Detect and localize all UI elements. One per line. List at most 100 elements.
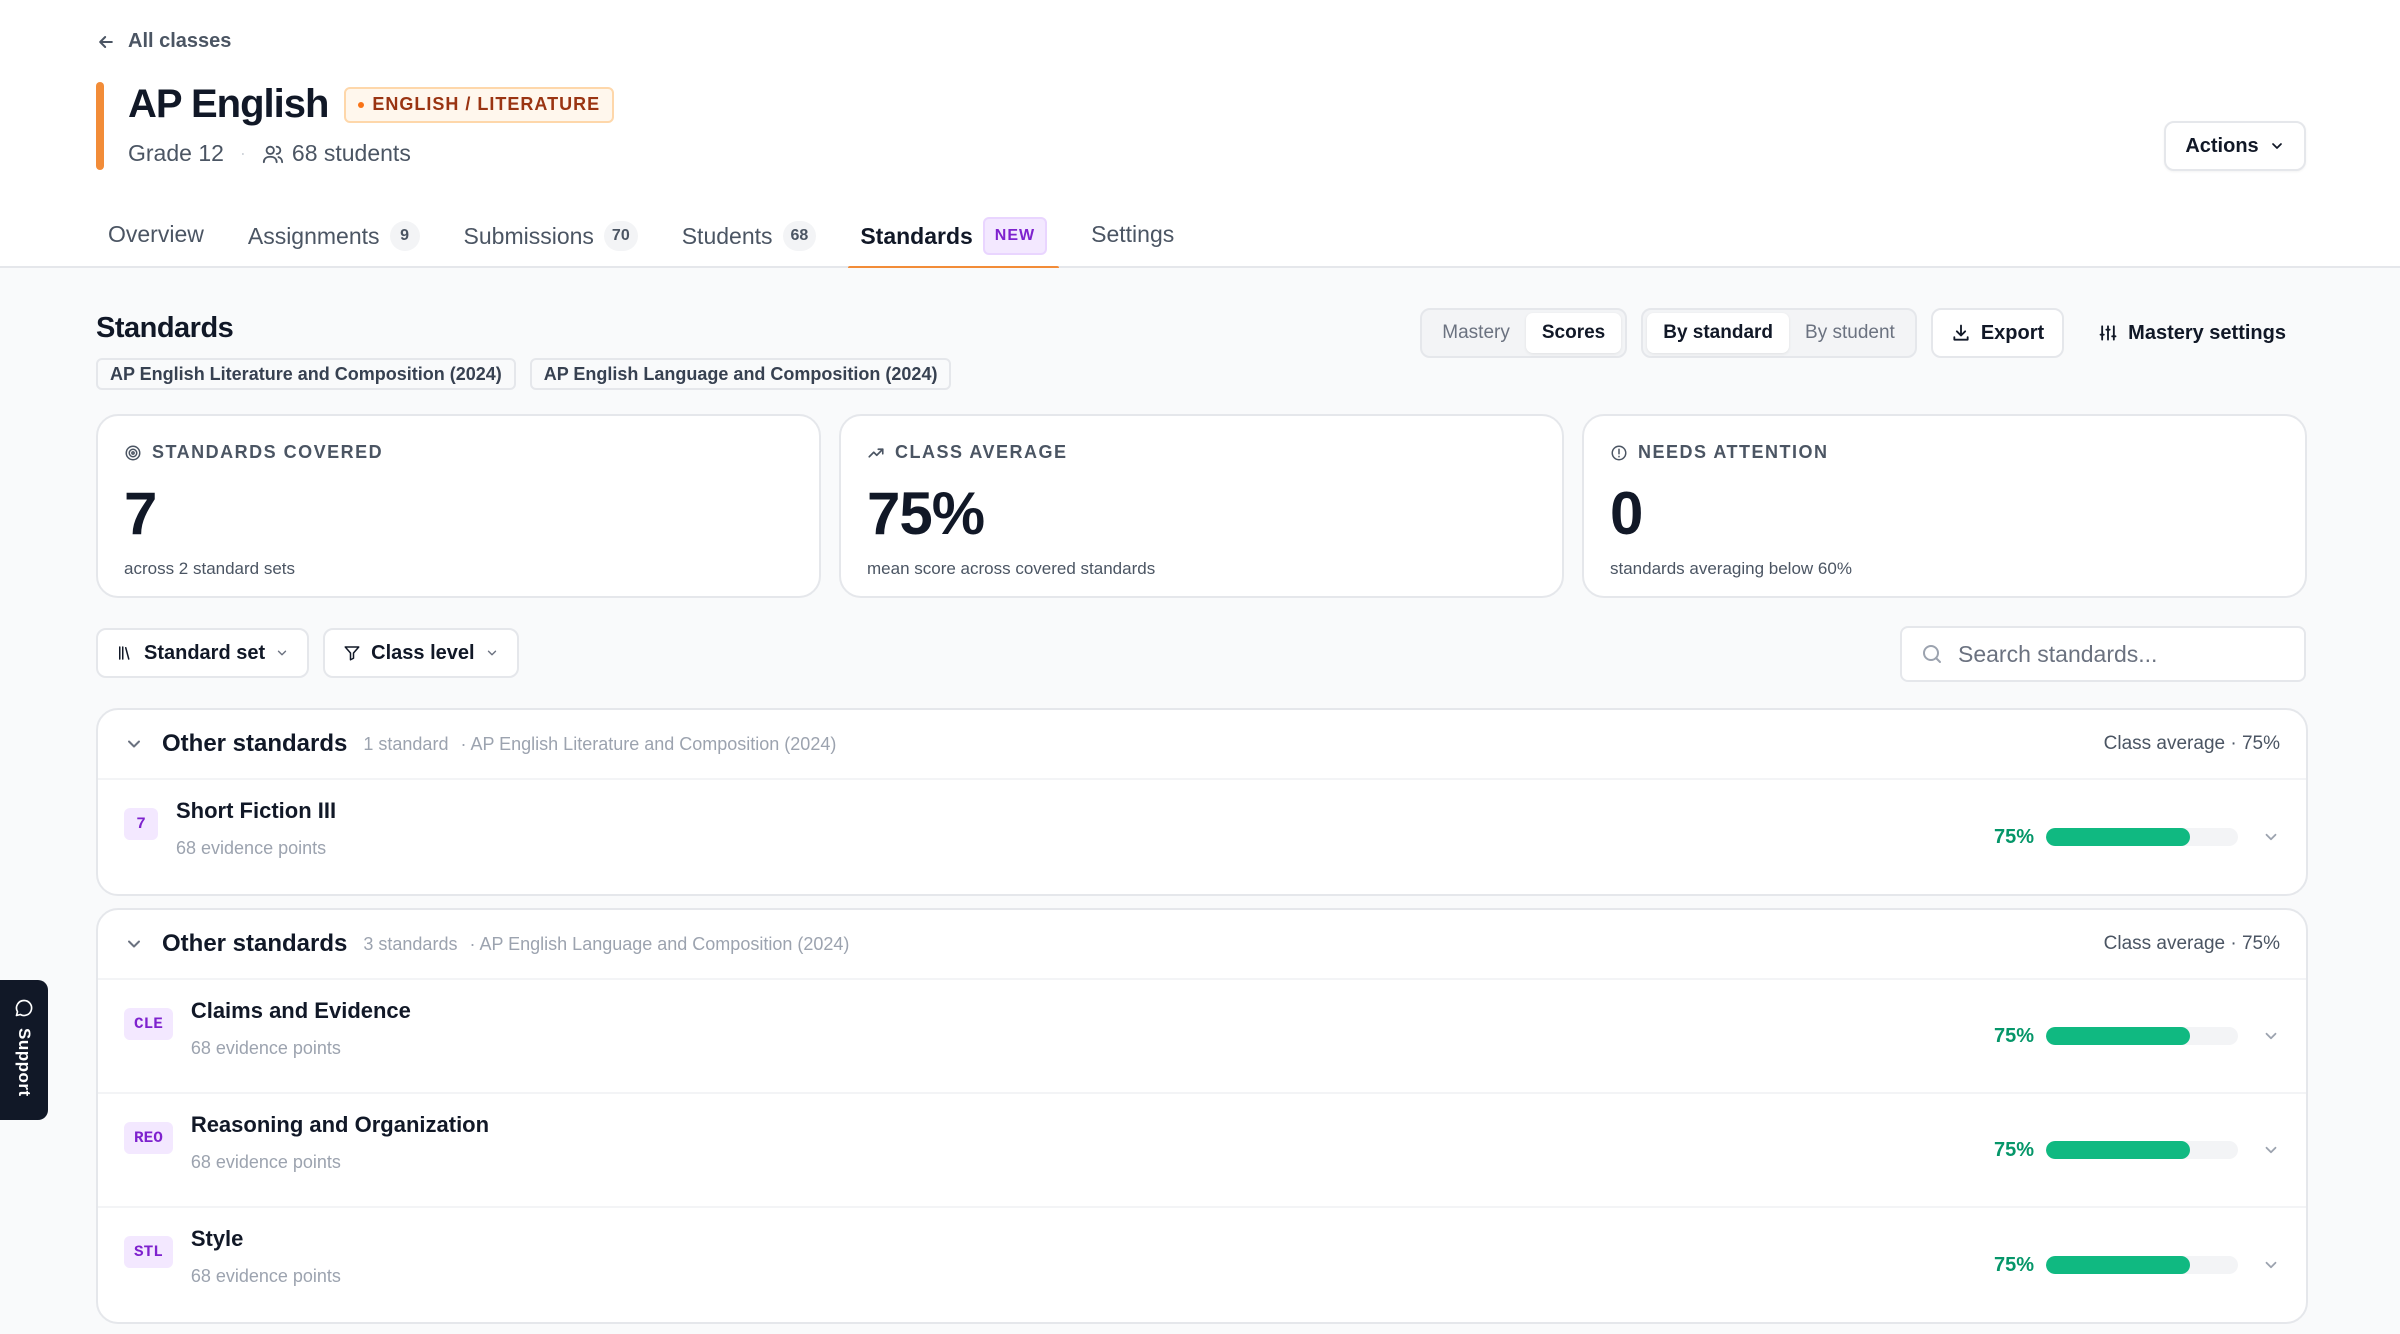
stat-label: CLASS AVERAGE (895, 442, 1068, 462)
score-bar-fill (2046, 828, 2190, 846)
page-title: AP English (128, 82, 329, 126)
view-toggle: Mastery Scores (1420, 308, 1628, 358)
group-header[interactable]: Other standards 1 standard · AP English … (98, 710, 2306, 780)
tab-bar: Overview Assignments 9 Submissions 70 St… (96, 200, 1206, 270)
standard-row[interactable]: CLE Claims and Evidence 68 evidence poin… (98, 980, 2306, 1094)
standards-group: Other standards 1 standard · AP English … (96, 708, 2308, 896)
tab-count-badge: 68 (782, 221, 817, 251)
group-set-name: · AP English Literature and Composition … (460, 733, 837, 754)
arrow-left-icon (99, 35, 113, 48)
score-percent: 75% (1993, 1024, 2034, 1047)
filter-bar: Standard set Class level (96, 628, 519, 678)
standard-row[interactable]: REO Reasoning and Organization 68 eviden… (98, 1094, 2306, 1208)
stat-card-class-average: CLASS AVERAGE 75% mean score across cove… (839, 414, 1564, 598)
standard-set-chips: AP English Literature and Composition (2… (96, 358, 952, 390)
tab-count-badge: 9 (389, 221, 420, 251)
tab-settings[interactable]: Settings (1079, 200, 1186, 268)
stat-value: 7 (124, 480, 157, 547)
view-option-scores[interactable]: Scores (1525, 313, 1622, 353)
stat-label: NEEDS ATTENTION (1638, 442, 1829, 462)
users-icon (262, 145, 283, 163)
group-option-by-standard[interactable]: By standard (1647, 313, 1790, 353)
score-bar-fill (2046, 1027, 2190, 1045)
students-count-label: 68 students (291, 140, 411, 166)
mastery-settings-button[interactable]: Mastery settings (2078, 308, 2306, 358)
standard-row[interactable]: STL Style 68 evidence points 75% (98, 1208, 2306, 1322)
chevron-down-icon[interactable] (124, 934, 144, 954)
group-average: Class average · 75% (2103, 933, 2280, 954)
class-accent-bar (96, 82, 104, 170)
tab-label: Students (681, 222, 773, 249)
stat-value: 75% (867, 480, 985, 547)
tab-students[interactable]: Students 68 (670, 200, 829, 268)
score-percent: 75% (1993, 1253, 2034, 1276)
chevron-down-icon (277, 650, 287, 656)
group-count: 3 standards (363, 933, 458, 954)
standard-row[interactable]: 7 Short Fiction III 68 evidence points 7… (98, 780, 2306, 894)
standard-code-badge: STL (124, 1236, 173, 1268)
trending-up-icon (868, 447, 884, 458)
support-label: Support (15, 1028, 34, 1097)
standard-set-filter-label: Standard set (144, 641, 266, 664)
students-count: 68 students (262, 140, 411, 167)
standard-code-badge: 7 (124, 808, 158, 840)
chevron-down-icon[interactable] (124, 734, 144, 754)
support-button[interactable]: Support (0, 980, 48, 1120)
chevron-down-icon[interactable] (2262, 1027, 2280, 1045)
stat-cards: STANDARDS COVERED 7 across 2 standard se… (96, 414, 2307, 598)
standard-code-badge: REO (124, 1122, 173, 1154)
view-option-mastery[interactable]: Mastery (1426, 313, 1526, 353)
class-level-filter[interactable]: Class level (323, 628, 519, 678)
section-title: Standards (96, 312, 234, 344)
group-title: Other standards (162, 930, 348, 957)
grade-label: Grade 12 (128, 140, 224, 166)
back-link-label: All classes (128, 30, 232, 52)
standards-panel: Standards AP English Literature and Comp… (0, 268, 2400, 1334)
evidence-points: 68 evidence points (190, 1152, 341, 1172)
meta-separator: · (239, 143, 246, 163)
evidence-points: 68 evidence points (190, 1266, 341, 1286)
evidence-points: 68 evidence points (190, 1038, 341, 1058)
group-header[interactable]: Other standards 3 standards · AP English… (98, 910, 2306, 980)
tab-submissions[interactable]: Submissions 70 (452, 200, 650, 268)
tab-label: Overview (108, 220, 204, 247)
chevron-down-icon[interactable] (2262, 1141, 2280, 1159)
score-bar-fill (2046, 1256, 2190, 1274)
sliders-icon (2099, 325, 2117, 341)
group-title: Other standards (162, 730, 348, 757)
filter-icon (344, 646, 360, 661)
group-count: 1 standard (363, 733, 449, 754)
tab-label: Settings (1091, 220, 1175, 247)
chevron-down-icon[interactable] (2262, 828, 2280, 846)
subject-badge-label: ENGLISH / LITERATURE (372, 94, 601, 114)
tab-overview[interactable]: Overview (96, 200, 216, 268)
standard-set-chip: AP English Language and Composition (202… (529, 358, 952, 390)
standard-set-filter[interactable]: Standard set (96, 628, 310, 678)
chevron-down-icon[interactable] (2262, 1256, 2280, 1274)
score-bar (2046, 1027, 2238, 1045)
score-percent: 75% (1993, 1138, 2034, 1161)
standard-name: Short Fiction III (176, 798, 337, 823)
chevron-down-icon (2271, 143, 2282, 149)
group-set-name: · AP English Language and Composition (2… (469, 933, 850, 954)
tab-standards[interactable]: Standards NEW (848, 200, 1059, 270)
page-header: All classes AP English ENGLISH / LITERAT… (0, 0, 2400, 270)
standard-code-badge: CLE (124, 1008, 173, 1040)
tab-count-badge: 70 (603, 221, 638, 251)
standards-group: Other standards 3 standards · AP English… (96, 908, 2308, 1324)
actions-button-label: Actions (2185, 134, 2259, 157)
download-icon (1953, 324, 1969, 341)
group-option-by-student[interactable]: By student (1789, 313, 1911, 353)
stat-card-standards-covered: STANDARDS COVERED 7 across 2 standard se… (96, 414, 821, 598)
back-link[interactable]: All classes (96, 30, 231, 53)
score-bar (2046, 828, 2238, 846)
chat-bubble-icon (15, 999, 33, 1017)
actions-button[interactable]: Actions (2164, 121, 2306, 171)
export-button[interactable]: Export (1930, 308, 2065, 358)
search-box (1900, 626, 2306, 682)
new-badge: NEW (982, 217, 1048, 255)
chevron-down-icon (487, 650, 496, 656)
search-input[interactable] (1958, 640, 2286, 668)
tab-assignments[interactable]: Assignments 9 (236, 200, 432, 268)
subject-badge: ENGLISH / LITERATURE (344, 86, 615, 123)
